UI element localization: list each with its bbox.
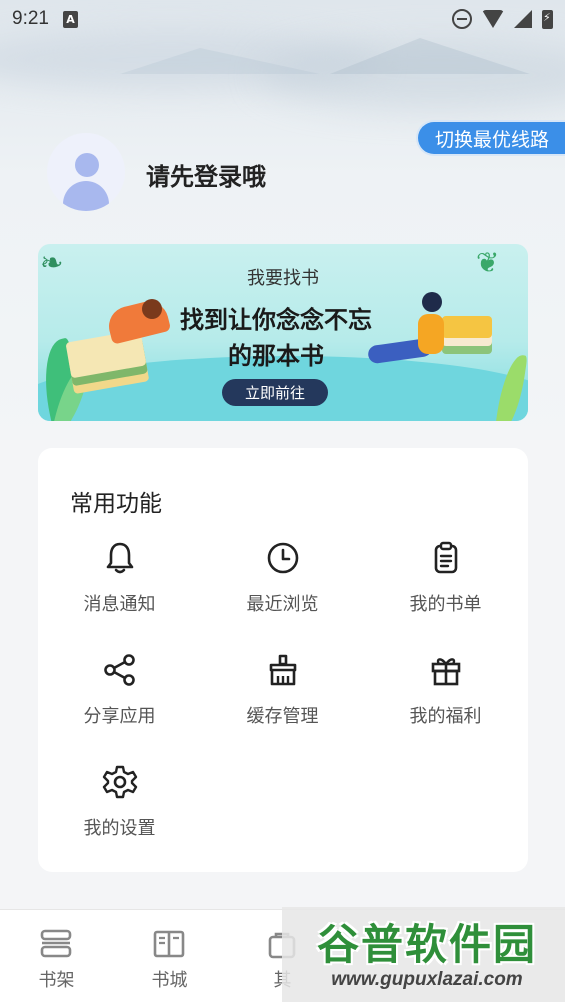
- bookshelf-icon: [40, 929, 72, 958]
- clipboard-icon: [434, 541, 458, 574]
- find-book-banner[interactable]: ❧ ❦ 我要找书 找到让你念念不忘 的那本书 立即前往: [38, 244, 528, 421]
- banner-headline-1: 找到让你念念不忘: [180, 306, 372, 334]
- go-now-button[interactable]: 立即前往: [222, 379, 328, 406]
- avatar[interactable]: [47, 133, 125, 211]
- clock-icon: [267, 542, 299, 574]
- share-app-item[interactable]: 分享应用: [38, 652, 201, 742]
- avatar-head: [75, 153, 99, 177]
- my-settings-item[interactable]: 我的设置: [38, 764, 201, 854]
- my-benefits-item[interactable]: 我的福利: [364, 652, 527, 742]
- banner-headline-2: 的那本书: [228, 342, 324, 370]
- common-functions-card: 常用功能 消息通知 最近浏览 我的书单 分享应用 缓存管理 我的福利 我的设置: [38, 448, 528, 872]
- share-icon: [104, 654, 135, 686]
- broom-icon: [269, 654, 297, 686]
- notifications-item[interactable]: 消息通知: [38, 540, 201, 630]
- cell-signal-icon: [514, 10, 532, 28]
- wifi-icon: [482, 10, 504, 28]
- nav-item-bookstore[interactable]: 书城: [113, 910, 226, 1004]
- avatar-body: [63, 181, 109, 211]
- watermark-logo: 谷普软件园 www.gupuxlazai.com: [282, 907, 565, 1002]
- bell-icon: [106, 542, 134, 574]
- my-booklist-item[interactable]: 我的书单: [364, 540, 527, 630]
- do-not-disturb-icon: [452, 9, 472, 29]
- accessibility-a-icon: A: [62, 10, 78, 28]
- banner-title: 我要找书: [247, 268, 319, 289]
- watermark-brand: 谷普软件园: [316, 920, 537, 969]
- recent-browsing-item[interactable]: 最近浏览: [201, 540, 364, 630]
- gift-icon: [431, 658, 461, 686]
- status-time: 9:21: [12, 8, 49, 29]
- cache-management-item[interactable]: 缓存管理: [201, 652, 364, 742]
- watermark-url: www.gupuxlazai.com: [331, 969, 523, 990]
- login-prompt[interactable]: 请先登录哦: [146, 157, 266, 192]
- card-title: 常用功能: [70, 491, 162, 517]
- status-bar: 9:21 A: [0, 0, 565, 38]
- book-icon: [153, 930, 185, 958]
- battery-icon: [542, 9, 553, 29]
- gear-icon: [102, 765, 138, 799]
- switch-route-button[interactable]: 切换最优线路: [416, 120, 565, 156]
- nav-item-bookshelf[interactable]: 书架: [0, 910, 113, 1004]
